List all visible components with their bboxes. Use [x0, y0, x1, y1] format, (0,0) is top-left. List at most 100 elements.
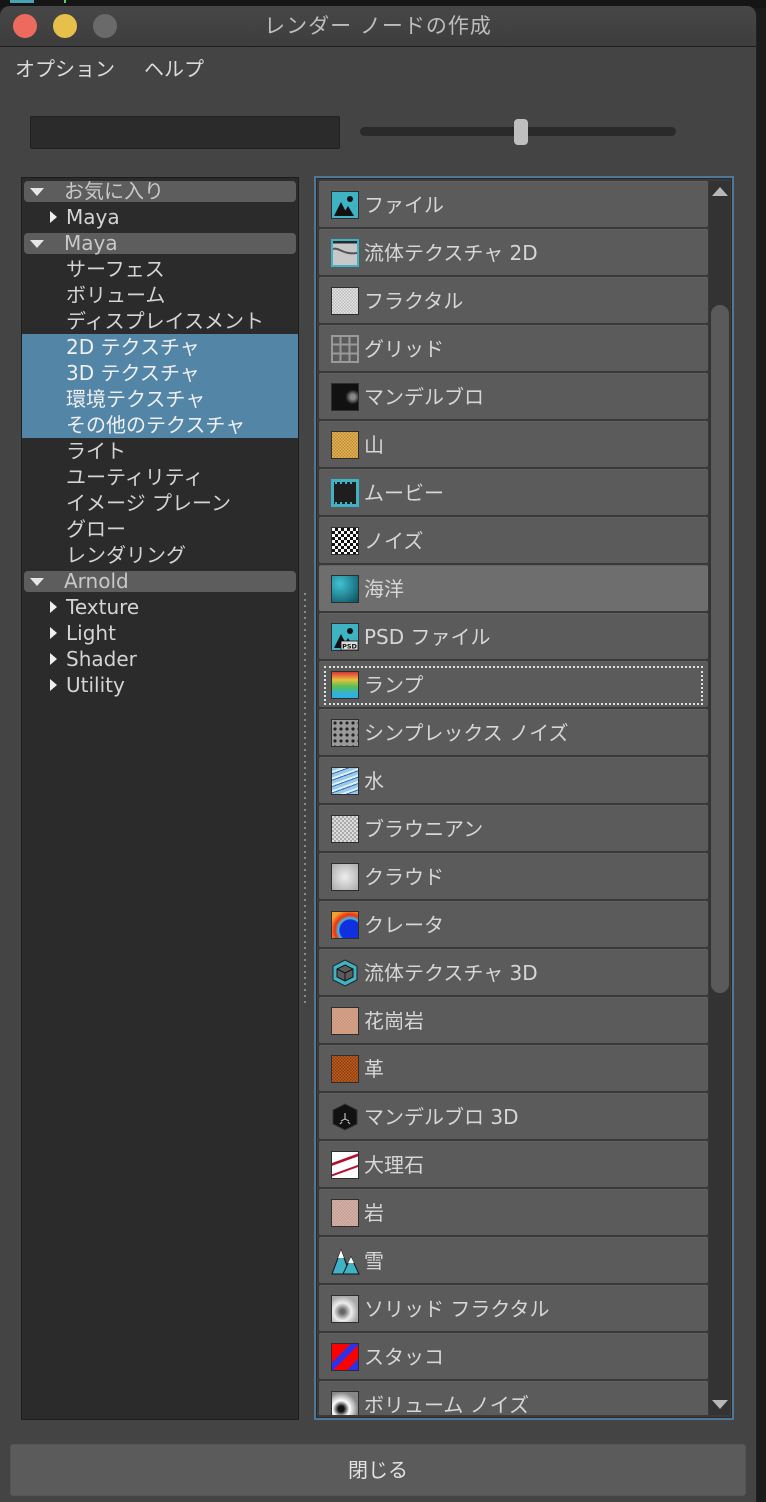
node-list-item[interactable]: ソリッド フラクタル [319, 1285, 708, 1331]
tree-group[interactable]: お気に入り [24, 181, 296, 202]
node-list-item[interactable]: 花崗岩 [319, 997, 708, 1043]
tree-item-label: Shader [66, 647, 137, 671]
node-list-viewport: ファイル 流体テクスチャ 2D フラクタル グリッド マンデルブロ山ムービーノイズ海洋 P… [319, 181, 708, 1415]
node-list-item[interactable]: 海洋 [319, 565, 708, 611]
collapse-right-arrow-icon[interactable] [50, 211, 57, 223]
tree-item[interactable]: ユーティリティ [22, 464, 298, 490]
menu-help[interactable]: ヘルプ [144, 53, 204, 82]
expand-down-arrow-icon[interactable] [30, 578, 44, 586]
tree-item[interactable]: ボリューム [22, 282, 298, 308]
tree-item-label: ディスプレイスメント [66, 309, 264, 333]
tree-item[interactable]: 3D テクスチャ [22, 360, 298, 386]
node-list-item[interactable]: 大理石 [319, 1141, 708, 1187]
node-list-item[interactable]: 流体テクスチャ 2D [319, 229, 708, 275]
collapse-right-arrow-icon[interactable] [50, 653, 57, 665]
node-label: ソリッド フラクタル [364, 1297, 550, 1321]
cloud-icon [331, 863, 359, 891]
node-list-item[interactable]: 水 [319, 757, 708, 803]
node-label: 流体テクスチャ 3D [364, 961, 538, 985]
tree-group[interactable]: Arnold [24, 571, 296, 592]
volume-noise-icon [331, 1391, 359, 1415]
tree-item[interactable]: ライト [22, 438, 298, 464]
mountain-icon [331, 431, 359, 459]
tree-item-label: Maya [66, 205, 120, 229]
tree-group[interactable]: Maya [24, 233, 296, 254]
solid-fractal-icon [331, 1295, 359, 1323]
node-list-item[interactable]: マンデルブロ [319, 373, 708, 419]
node-label: クレータ [364, 913, 444, 937]
node-list-item[interactable]: マンデルブロ 3D [319, 1093, 708, 1139]
filter-input[interactable] [30, 116, 340, 149]
tree-item[interactable]: Light [22, 620, 298, 646]
scroll-down-arrow-icon[interactable] [712, 1400, 728, 1409]
tree-item[interactable]: レンダリング [22, 542, 298, 568]
movie-icon [331, 479, 359, 507]
crater-icon [331, 911, 359, 939]
mandelbrot-icon [331, 383, 359, 411]
node-list-item[interactable]: ファイル [319, 181, 708, 227]
tree-item-label: その他のテクスチャ [66, 413, 246, 437]
icon-size-slider-thumb[interactable] [514, 119, 529, 145]
close-button[interactable]: 閉じる [10, 1444, 746, 1496]
tree-item[interactable]: その他のテクスチャ [22, 412, 298, 438]
tree-item-label: イメージ プレーン [66, 491, 231, 515]
collapse-right-arrow-icon[interactable] [50, 679, 57, 691]
node-list-item[interactable]: シンプレックス ノイズ [319, 709, 708, 755]
node-list-item[interactable]: PSD PSD ファイル [319, 613, 708, 659]
node-list-item[interactable]: ボリューム ノイズ [319, 1381, 708, 1415]
stucco-icon [331, 1343, 359, 1371]
node-list-item[interactable]: グリッド [319, 325, 708, 371]
collapse-right-arrow-icon[interactable] [50, 601, 57, 613]
scroll-up-arrow-icon[interactable] [712, 187, 728, 196]
node-list-item[interactable]: 岩 [319, 1189, 708, 1235]
node-list-item[interactable]: クラウド [319, 853, 708, 899]
tree-item[interactable]: Texture [22, 594, 298, 620]
node-list-item[interactable]: 山 [319, 421, 708, 467]
tree-item-label: Utility [66, 673, 125, 697]
brownian-icon [331, 815, 359, 843]
menu-options[interactable]: オプション [15, 53, 115, 82]
tree-item[interactable]: ディスプレイスメント [22, 308, 298, 334]
node-list-item[interactable]: スタッコ [319, 1333, 708, 1379]
tree-item-label: ユーティリティ [66, 465, 204, 489]
collapse-right-arrow-icon[interactable] [50, 627, 57, 639]
pane-splitter[interactable] [303, 591, 307, 1006]
grid-icon [331, 335, 359, 363]
tree-item[interactable]: 2D テクスチャ [22, 334, 298, 360]
fluid-texture-2d-icon [331, 239, 359, 267]
tree-item[interactable]: Shader [22, 646, 298, 672]
node-label: ムービー [364, 481, 444, 505]
window-title: レンダー ノードの作成 [264, 14, 492, 38]
node-list-scrollbar[interactable] [709, 181, 730, 1415]
ocean-icon [331, 575, 359, 603]
marble-icon [331, 1151, 359, 1179]
node-label: 海洋 [364, 577, 404, 601]
fluid-texture-3d-icon [331, 959, 359, 987]
node-list-item[interactable]: ノイズ [319, 517, 708, 563]
node-list-item[interactable]: 革 [319, 1045, 708, 1091]
expand-down-arrow-icon[interactable] [30, 240, 44, 248]
create-render-node-window: レンダー ノードの作成 オプション ヘルプ お気に入り Maya Maya サーフェス… [0, 6, 757, 1502]
tree-item[interactable]: Maya [22, 204, 298, 230]
granite-icon [331, 1007, 359, 1035]
node-label: PSD ファイル [364, 625, 491, 649]
node-list-item[interactable]: ランプ [319, 661, 708, 707]
title-bar[interactable]: レンダー ノードの作成 [0, 6, 756, 47]
tree-item[interactable]: サーフェス [22, 256, 298, 282]
node-list-item[interactable]: 雪 [319, 1237, 708, 1283]
scrollbar-thumb[interactable] [711, 305, 729, 993]
water-icon [331, 767, 359, 795]
tree-item[interactable]: イメージ プレーン [22, 490, 298, 516]
rock-icon [331, 1199, 359, 1227]
node-list-item[interactable]: ムービー [319, 469, 708, 515]
tree-item[interactable]: 環境テクスチャ [22, 386, 298, 412]
node-list-item[interactable]: フラクタル [319, 277, 708, 323]
tree-item[interactable]: グロー [22, 516, 298, 542]
node-label: スタッコ [364, 1345, 444, 1369]
expand-down-arrow-icon[interactable] [30, 188, 44, 196]
tree-item[interactable]: Utility [22, 672, 298, 698]
node-list-item[interactable]: クレータ [319, 901, 708, 947]
node-list-item[interactable]: ブラウニアン [319, 805, 708, 851]
tree-item-label: 環境テクスチャ [66, 387, 206, 411]
node-list-item[interactable]: 流体テクスチャ 3D [319, 949, 708, 995]
